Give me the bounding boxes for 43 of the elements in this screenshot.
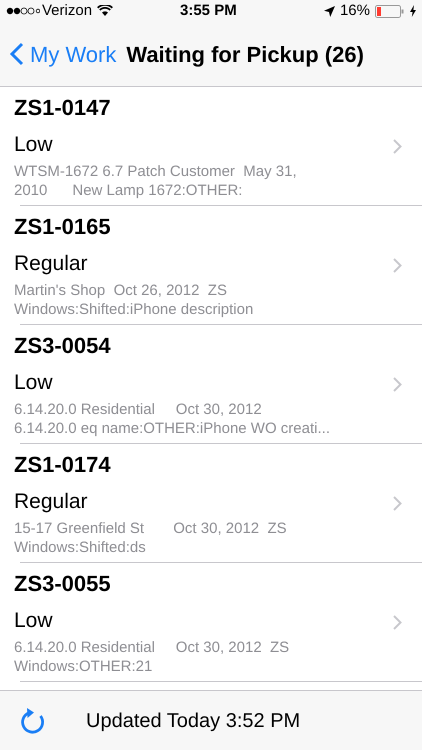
work-order-row[interactable]: ZS3-0055 Low 6.14.20.0 Residential Oct 30, 2012 ZS Windows:OTHER:21 <box>0 563 422 682</box>
work-order-row[interactable]: ZS1-0147 Low WTSM-1672 6.7 Patch Customer May 31, 2010 New Lamp 1672:OTHER: <box>0 87 422 206</box>
chevron-right-icon <box>393 377 402 392</box>
signal-icon <box>6 7 40 15</box>
work-order-id: ZS3-0055 <box>14 570 112 598</box>
last-updated-text: Updated Today 3:52 PM <box>86 708 300 734</box>
priority-label: Regular <box>14 488 89 514</box>
priority-label: Low <box>14 608 54 634</box>
chevron-right-icon <box>393 615 402 630</box>
work-order-id: ZS1-0174 <box>14 450 112 478</box>
detail-text: Martin's Shop Oct 26, 2012 ZS <box>14 280 228 300</box>
screen-title: Waiting for Pickup (26) <box>126 40 364 69</box>
work-order-row[interactable]: ZS3-0054 Low 6.14.20.0 Residential Oct 30, 2012 6.14.20.0 eq name:OTHER:iPhone WO creati... <box>0 325 422 444</box>
detail-text: 6.14.20.0 Residential Oct 30, 2012 ZS <box>14 638 290 656</box>
back-button[interactable]: My Work <box>10 38 116 70</box>
work-order-id: ZS3-0054 <box>14 332 112 360</box>
battery-icon <box>375 4 405 18</box>
back-chevron-icon <box>10 42 24 66</box>
detail-text: Windows:Shifted:iPhone description <box>14 300 254 318</box>
location-arrow-icon <box>324 6 335 16</box>
work-order-id: ZS1-0165 <box>14 212 112 240</box>
carrier-name: Verizon <box>42 0 92 21</box>
work-order-row[interactable]: ZS1-0165 Regular Martin's Shop Oct 26, 2012 ZS Windows:Shifted:iPhone description <box>0 206 422 325</box>
detail-text: Windows:OTHER:21 <box>14 656 154 676</box>
priority-label: Low <box>14 132 54 158</box>
clock-time: 3:55 PM <box>180 0 237 21</box>
detail-text: 15-17 Greenfield St Oct 30, 2012 ZS <box>14 518 288 538</box>
work-order-id: ZS1-0147 <box>14 94 112 122</box>
charging-bolt-icon <box>410 5 416 17</box>
detail-text: 6.14.20.0 Residential Oct 30, 2012 <box>14 400 263 418</box>
wifi-icon <box>97 5 114 17</box>
work-order-row[interactable]: ZS1-0174 Regular 15-17 Greenfield St Oct 30, 2012 ZS Windows:Shifted:ds <box>0 444 422 563</box>
chevron-right-icon <box>393 139 402 154</box>
priority-label: Low <box>14 370 54 396</box>
chevron-right-icon <box>393 496 402 511</box>
detail-text: 6.14.20.0 eq name:OTHER:iPhone WO creati... <box>14 418 331 438</box>
battery-percent: 16% <box>340 0 370 21</box>
detail-text: Windows:Shifted:ds <box>14 538 147 556</box>
detail-text: WTSM-1672 6.7 Patch Customer May 31, <box>14 162 298 180</box>
detail-text: 2010 New Lamp 1672:OTHER: <box>14 180 244 200</box>
priority-label: Regular <box>14 250 89 276</box>
refresh-button[interactable] <box>20 706 46 734</box>
chevron-right-icon <box>393 258 402 273</box>
